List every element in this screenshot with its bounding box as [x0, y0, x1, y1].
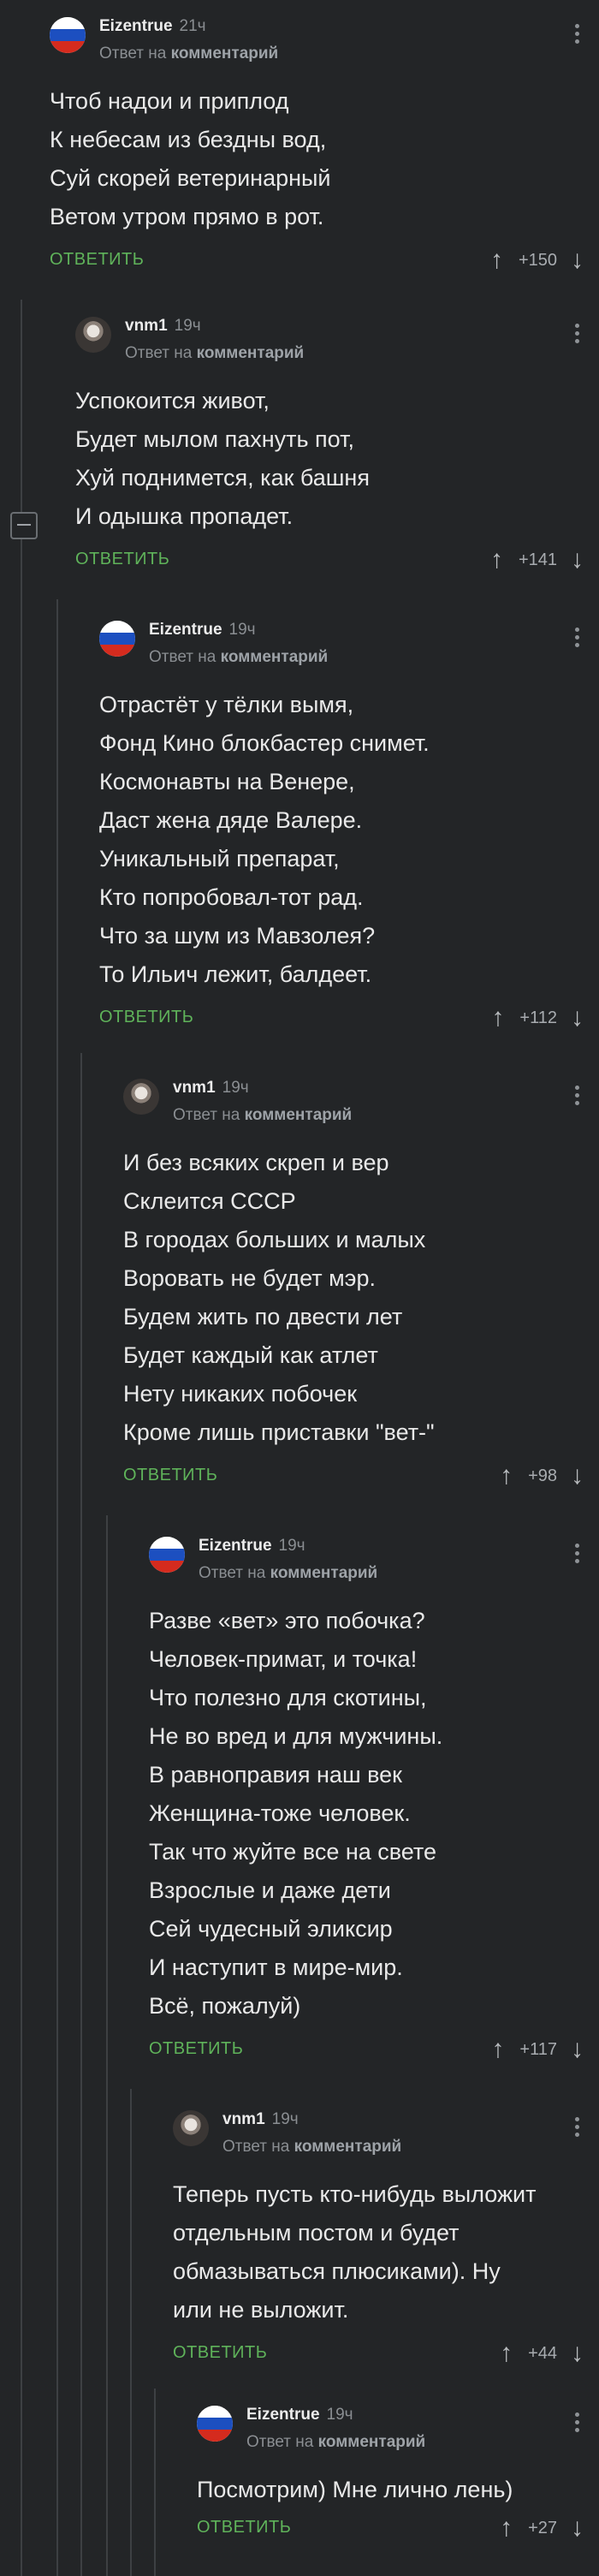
russia-flag-avatar[interactable] — [50, 17, 86, 53]
comment-text: Посмотрим) Мне лично лень) — [197, 2477, 513, 2502]
comment: vnm1 19ч Ответ на комментарий Успокоится … — [75, 317, 599, 579]
rating-count: +150 — [518, 250, 557, 270]
rating-count: +44 — [528, 2343, 557, 2363]
comment: vnm1 19ч Ответ на комментарий И без всяки… — [123, 1079, 599, 1495]
thread-line — [106, 1515, 108, 2576]
arrow-up-icon[interactable]: ↑ — [490, 547, 503, 573]
reply-to[interactable]: Ответ на комментарий — [173, 1106, 352, 1125]
comment: vnm1 19ч Ответ на комментарий Теперь пуст… — [173, 2110, 599, 2372]
comment-text: Теперь пусть кто-нибудь выложит отдельны… — [173, 2181, 537, 2323]
collapse-minus-icon[interactable] — [10, 512, 38, 539]
more-vertical-icon[interactable] — [575, 24, 580, 47]
russia-flag-avatar[interactable] — [149, 1537, 185, 1573]
arrow-up-icon[interactable]: ↑ — [490, 247, 503, 273]
arrow-down-icon[interactable]: ↓ — [571, 1005, 584, 1031]
user-photo-avatar[interactable] — [173, 2110, 209, 2146]
russia-flag-avatar[interactable] — [197, 2406, 233, 2442]
arrow-down-icon[interactable]: ↓ — [571, 2341, 584, 2366]
rating-count: +112 — [519, 1008, 557, 1027]
reply-to[interactable]: Ответ на комментарий — [125, 344, 304, 363]
rating-count: +117 — [519, 2039, 557, 2059]
arrow-up-icon[interactable]: ↑ — [491, 1005, 504, 1031]
arrow-down-icon[interactable]: ↓ — [571, 2037, 584, 2062]
thread-line — [154, 2389, 156, 2576]
reply-to[interactable]: Ответ на комментарий — [199, 1564, 377, 1583]
comment: Eizentrue 19ч Ответ на комментарий Посмот… — [197, 2406, 599, 2547]
arrow-down-icon[interactable]: ↓ — [571, 2515, 584, 2541]
arrow-down-icon[interactable]: ↓ — [571, 547, 584, 573]
arrow-up-icon[interactable]: ↑ — [500, 1463, 513, 1489]
comment-time: 19ч — [174, 317, 201, 335]
comment-time: 19ч — [228, 621, 256, 639]
comment: Eizentrue 19ч Ответ на комментарий Отраст… — [99, 621, 599, 1037]
reply-button[interactable]: ОТВЕТИТЬ — [197, 2518, 291, 2537]
reply-button[interactable]: ОТВЕТИТЬ — [173, 2343, 267, 2363]
thread-line — [130, 2089, 132, 2576]
comment-time: 19ч — [271, 2110, 299, 2128]
russia-flag-avatar[interactable] — [99, 621, 135, 657]
more-vertical-icon[interactable] — [575, 2117, 580, 2140]
comment-text: Чтоб надои и приплод К небесам из бездны… — [50, 88, 331, 229]
thread-line — [80, 1053, 82, 2576]
reply-to[interactable]: Ответ на комментарий — [246, 2433, 425, 2452]
username[interactable]: vnm1 19ч — [222, 2110, 299, 2129]
arrow-up-icon[interactable]: ↑ — [500, 2341, 513, 2366]
reply-button[interactable]: ОТВЕТИТЬ — [50, 250, 144, 270]
comment: Eizentrue 19ч Ответ на комментарий Разве … — [149, 1537, 599, 2068]
user-photo-avatar[interactable] — [123, 1079, 159, 1115]
more-vertical-icon[interactable] — [575, 2412, 580, 2436]
comment-time: 19ч — [222, 1079, 249, 1097]
more-vertical-icon[interactable] — [575, 324, 580, 347]
username[interactable]: vnm1 19ч — [125, 317, 201, 336]
thread-line — [21, 300, 22, 2576]
arrow-down-icon[interactable]: ↓ — [571, 1463, 584, 1489]
username[interactable]: Eizentrue 19ч — [246, 2406, 353, 2424]
reply-button[interactable]: ОТВЕТИТЬ — [123, 1466, 217, 1485]
comment-time: 19ч — [278, 1537, 305, 1555]
comment-time: 19ч — [326, 2406, 353, 2424]
username[interactable]: Eizentrue 21ч — [99, 17, 206, 36]
rating-count: +27 — [528, 2518, 557, 2537]
reply-button[interactable]: ОТВЕТИТЬ — [149, 2039, 243, 2059]
comment-time: 21ч — [179, 17, 206, 35]
rating-count: +141 — [518, 550, 557, 569]
rating-count: +98 — [528, 1466, 557, 1485]
more-vertical-icon[interactable] — [575, 1544, 580, 1567]
reply-to[interactable]: Ответ на комментарий — [149, 648, 328, 667]
arrow-up-icon[interactable]: ↑ — [491, 2037, 504, 2062]
arrow-up-icon[interactable]: ↑ — [500, 2515, 513, 2541]
comment: Eizentrue 21ч Ответ на комментарий Чтоб н… — [50, 17, 599, 279]
comment-text: Успокоится живот, Будет мылом пахнуть по… — [75, 388, 370, 529]
reply-button[interactable]: ОТВЕТИТЬ — [99, 1008, 193, 1027]
reply-to[interactable]: Ответ на комментарий — [222, 2138, 401, 2157]
comment-text: И без всяких скреп и вер Склеится СССР В… — [123, 1150, 435, 1445]
username[interactable]: Eizentrue 19ч — [149, 621, 256, 640]
reply-to[interactable]: Ответ на комментарий — [99, 45, 278, 63]
reply-button[interactable]: ОТВЕТИТЬ — [75, 550, 169, 569]
arrow-down-icon[interactable]: ↓ — [571, 247, 584, 273]
username[interactable]: vnm1 19ч — [173, 1079, 249, 1098]
username[interactable]: Eizentrue 19ч — [199, 1537, 305, 1556]
comment-text: Разве «вет» это побочка? Человек-примат,… — [149, 1608, 443, 2019]
user-photo-avatar[interactable] — [75, 317, 111, 353]
more-vertical-icon[interactable] — [575, 628, 580, 651]
more-vertical-icon[interactable] — [575, 1086, 580, 1109]
thread-line — [56, 599, 58, 2576]
comment-text: Отрастёт у тёлки вымя, Фонд Кино блокбас… — [99, 692, 430, 987]
